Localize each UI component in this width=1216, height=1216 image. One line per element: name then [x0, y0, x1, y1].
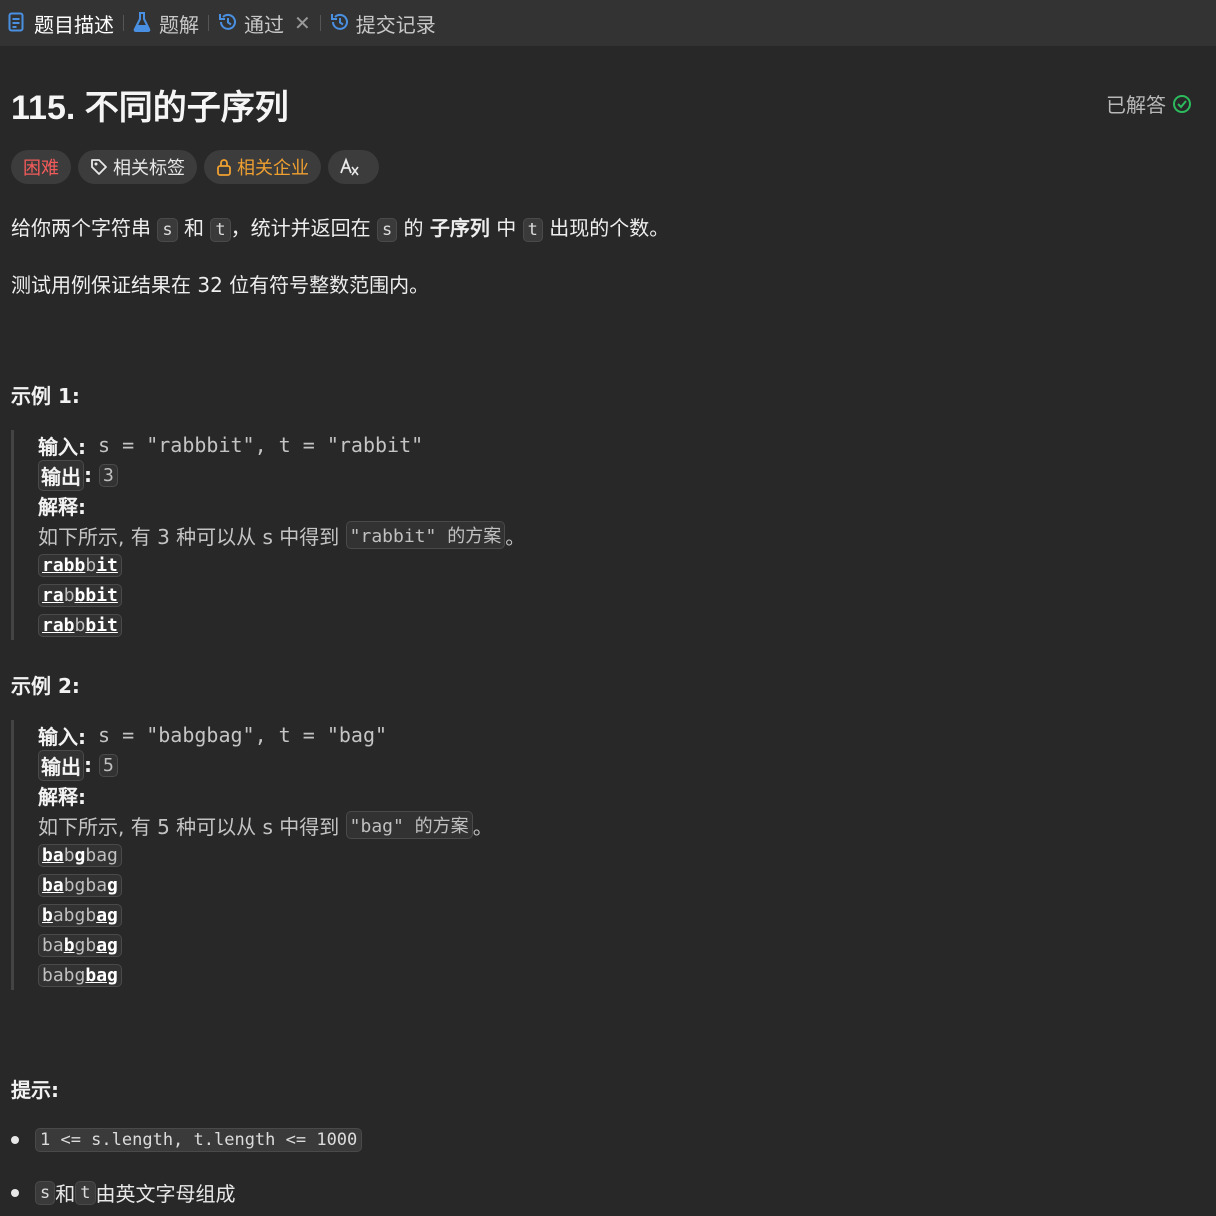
hints-heading: 提示: [11, 1078, 59, 1102]
tab-description[interactable]: 题目描述 [8, 0, 114, 46]
example-input: 输入: s = "babgbag", t = "bag" [38, 723, 388, 749]
example-output: 输出: 5 [38, 749, 493, 781]
subsequence-row: babgbag [38, 960, 493, 990]
description-paragraph-1: 给你两个字符串 s 和 t ，统计并返回在 s 的 子序列 中 t 出现的个数。 [11, 216, 670, 242]
subsequence-code: rabbbit [38, 553, 122, 577]
description-paragraph-2: 测试用例保证结果在 32 位有符号整数范围内。 [11, 273, 430, 297]
tab-submissions[interactable]: 提交记录 [330, 0, 436, 46]
hint-item: s 和 t 由英文字母组成 [11, 1178, 236, 1207]
tag-icon [91, 159, 107, 175]
subsequence-code: babgbag [38, 843, 122, 867]
subsequence-code: rabbbit [38, 613, 122, 637]
tab-solutions[interactable]: 题解 [133, 0, 199, 46]
tab-label: 题解 [159, 12, 199, 37]
example-2-subsequences: babgbag babgbag babgbag babgbag babgbag [38, 840, 493, 990]
problem-title: 115. 不同的子序列 [11, 89, 289, 127]
example-input: 输入: s = "rabbbit", t = "rabbit" [38, 433, 424, 459]
subsequence-row: rabbbit [38, 550, 525, 580]
bullet-dot [11, 1188, 19, 1197]
example-explanation: 如下所示, 有 3 种可以从 s 中得到 "rabbit" 的方案。 [38, 520, 525, 550]
inline-code: s [157, 218, 178, 242]
flask-icon [133, 12, 151, 34]
example-output: 输出: 3 [38, 459, 525, 491]
example-2-heading: 示例 2: [11, 674, 80, 698]
related-tags-label: 相关标签 [113, 158, 185, 179]
tab-accepted[interactable]: 通过 ✕ [218, 0, 311, 46]
example-1-block: 输入: s = "rabbbit", t = "rabbit" 输出: 3 解释… [11, 430, 525, 640]
subsequence-code: babgbag [38, 873, 122, 897]
inline-code: s [376, 218, 398, 242]
tab-bar: 题目描述 题解 通过 ✕ 提交记录 [0, 0, 1216, 46]
subsequence-code: babgbag [38, 903, 122, 927]
example-2-block: 输入: s = "babgbag", t = "bag" 输出: 5 解释: 如… [11, 720, 493, 990]
subsequence-code: rabbbit [38, 583, 122, 607]
subsequence-row: rabbbit [38, 610, 525, 640]
subsequence-row: babgbag [38, 930, 493, 960]
inline-code: t [210, 218, 231, 242]
tab-label: 提交记录 [355, 12, 436, 37]
tag-chips: 困难 相关标签 相关企业 [11, 150, 386, 184]
subsequence-row: babgbag [38, 840, 493, 870]
description-icon [8, 12, 26, 34]
close-icon[interactable]: ✕ [294, 11, 311, 35]
tab-label: 通过 [244, 12, 284, 37]
lock-icon [217, 159, 231, 176]
tab-divider [123, 15, 124, 31]
subsequence-row: babgbag [38, 900, 493, 930]
example-1-heading: 示例 1: [11, 384, 80, 408]
subsequence-code: babgbag [38, 933, 122, 957]
difficulty-badge: 困难 [11, 150, 71, 184]
example-explanation: 如下所示, 有 5 种可以从 s 中得到 "bag" 的方案。 [38, 810, 493, 840]
example-1-subsequences: rabbbit rabbbit rabbbit [38, 550, 525, 640]
inline-code: s [35, 1180, 56, 1205]
check-circle-icon [1173, 94, 1191, 113]
difficulty-label: 困难 [23, 158, 59, 179]
related-tags-button[interactable]: 相关标签 [78, 150, 197, 184]
inline-code: t [522, 218, 543, 242]
emphasis-text: 子序列 [429, 216, 490, 240]
subsequence-row: babgbag [38, 870, 493, 900]
tab-divider [208, 15, 209, 31]
translate-icon [340, 157, 359, 176]
hint-item: 1 <= s.length, t.length <= 1000 [11, 1128, 363, 1152]
example-explanation-label: 解释: [38, 494, 86, 519]
related-companies-label: 相关企业 [237, 158, 309, 179]
related-companies-button[interactable]: 相关企业 [204, 150, 321, 184]
solved-label: 已解答 [1106, 93, 1166, 117]
translate-button[interactable] [328, 150, 379, 184]
tab-divider [319, 15, 321, 31]
inline-code: t [75, 1180, 96, 1205]
subsequence-code: babgbag [38, 963, 122, 987]
history-icon [218, 12, 236, 34]
inline-code: 1 <= s.length, t.length <= 1000 [35, 1128, 363, 1152]
subsequence-row: rabbbit [38, 580, 525, 610]
bullet-dot [11, 1136, 19, 1144]
example-explanation-label: 解释: [38, 784, 86, 809]
tab-label: 题目描述 [34, 12, 114, 37]
solved-status: 已解答 [1106, 89, 1192, 118]
history-icon [330, 12, 348, 34]
